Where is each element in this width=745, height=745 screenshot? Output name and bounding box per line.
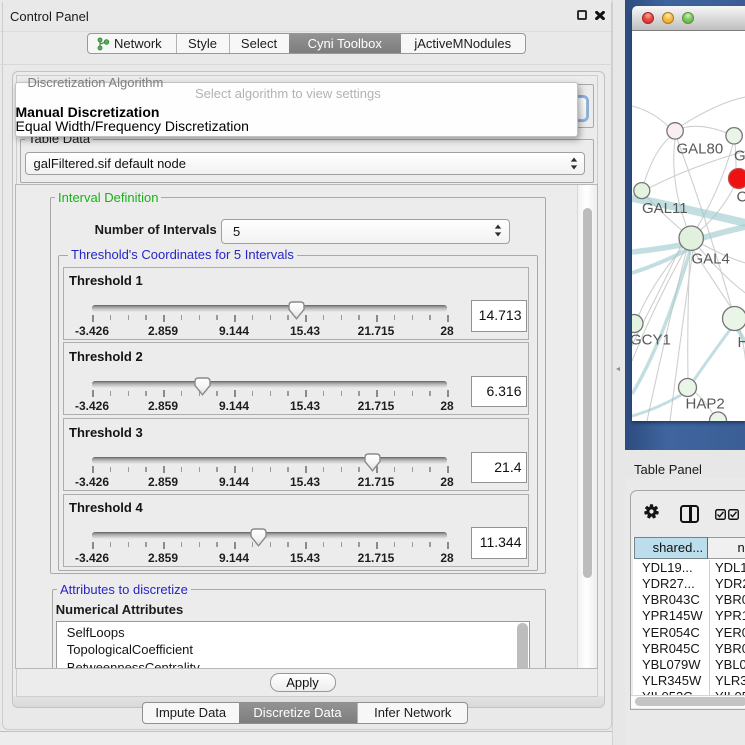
svg-text:GAL80: GAL80 — [676, 140, 723, 157]
svg-text:HAP2: HAP2 — [685, 395, 724, 412]
svg-text:HIS4: HIS4 — [737, 334, 745, 351]
svg-text:GAL4: GAL4 — [691, 250, 729, 267]
svg-text:GAL: GAL — [734, 147, 745, 164]
svg-text:GAL11: GAL11 — [642, 200, 688, 217]
svg-text:CDC: CDC — [736, 188, 745, 205]
svg-text:GCY1: GCY1 — [632, 331, 671, 348]
